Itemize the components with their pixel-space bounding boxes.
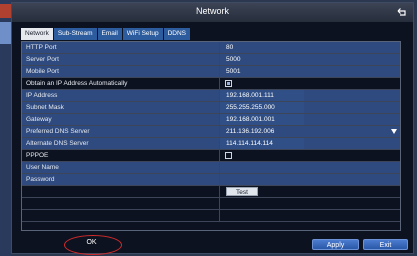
- back-arrow-icon[interactable]: [397, 7, 407, 17]
- row-test: Test: [22, 186, 400, 198]
- auto-ip-checkbox[interactable]: [225, 80, 232, 87]
- row-empty: [22, 210, 400, 222]
- ip-address-label: IP Address: [26, 91, 58, 99]
- row-empty: [22, 198, 400, 210]
- user-name-label: User Name: [26, 163, 59, 171]
- row-password: Password: [22, 174, 400, 186]
- row-http-port: HTTP Port 80: [22, 42, 400, 54]
- server-port-field[interactable]: 5000: [226, 56, 240, 63]
- password-label: Password: [26, 175, 55, 183]
- exit-button[interactable]: Exit: [363, 239, 408, 250]
- row-ip-address: IP Address 192.168.001.111: [22, 90, 400, 102]
- row-auto-ip: Obtain an IP Address Automatically: [22, 78, 400, 90]
- ok-button[interactable]: OK: [74, 237, 109, 248]
- dropdown-arrow-icon[interactable]: [391, 128, 397, 134]
- server-port-label: Server Port: [26, 55, 59, 63]
- gateway-field[interactable]: 192.168.001.001: [226, 116, 275, 123]
- tab-network[interactable]: Network: [21, 28, 53, 40]
- network-settings-table: HTTP Port 80 Server Port 5000 Mobile Por…: [21, 41, 401, 231]
- http-port-field[interactable]: 80: [226, 44, 233, 51]
- row-mobile-port: Mobile Port 5001: [22, 66, 400, 78]
- preferred-dns-label: Preferred DNS Server: [26, 127, 90, 135]
- network-dialog: Network Network Sub-Stream Email WiFi Se…: [11, 2, 414, 255]
- dialog-title: Network: [195, 6, 229, 16]
- mobile-port-label: Mobile Port: [26, 67, 59, 75]
- row-alternate-dns: Alternate DNS Server 114.114.114.114: [22, 138, 400, 150]
- alternate-dns-label: Alternate DNS Server: [26, 139, 89, 147]
- http-port-label: HTTP Port: [26, 43, 57, 51]
- tab-email[interactable]: Email: [97, 28, 122, 40]
- subnet-mask-label: Subnet Mask: [26, 103, 64, 111]
- test-button[interactable]: Test: [226, 187, 258, 196]
- tab-wifi-setup[interactable]: WiFi Setup: [122, 28, 163, 40]
- row-gateway: Gateway 192.168.001.001: [22, 114, 400, 126]
- title-bar: Network: [12, 3, 413, 22]
- tab-ddns[interactable]: DDNS: [163, 28, 191, 40]
- preferred-dns-field[interactable]: 211.136.192.006: [226, 128, 274, 135]
- apply-button[interactable]: Apply: [312, 239, 359, 250]
- gateway-label: Gateway: [26, 115, 52, 123]
- mobile-port-field[interactable]: 5001: [226, 68, 240, 75]
- row-subnet-mask: Subnet Mask 255.255.255.000: [22, 102, 400, 114]
- tab-bar: Network Sub-Stream Email WiFi Setup DDNS: [21, 28, 191, 40]
- tab-sub-stream[interactable]: Sub-Stream: [53, 28, 97, 40]
- ip-address-field[interactable]: 192.168.001.111: [226, 92, 274, 99]
- alternate-dns-field[interactable]: 114.114.114.114: [226, 140, 273, 147]
- subnet-mask-field[interactable]: 255.255.255.000: [226, 104, 275, 111]
- background-window-strip: [0, 0, 11, 256]
- pppoe-checkbox[interactable]: [225, 152, 232, 159]
- row-pppoe: PPPOE: [22, 150, 400, 162]
- background-panel: [0, 22, 11, 44]
- auto-ip-label: Obtain an IP Address Automatically: [26, 79, 128, 87]
- row-preferred-dns: Preferred DNS Server 211.136.192.006: [22, 126, 400, 138]
- row-server-port: Server Port 5000: [22, 54, 400, 66]
- background-icon: [0, 4, 11, 18]
- pppoe-label: PPPOE: [26, 151, 49, 159]
- row-user-name: User Name: [22, 162, 400, 174]
